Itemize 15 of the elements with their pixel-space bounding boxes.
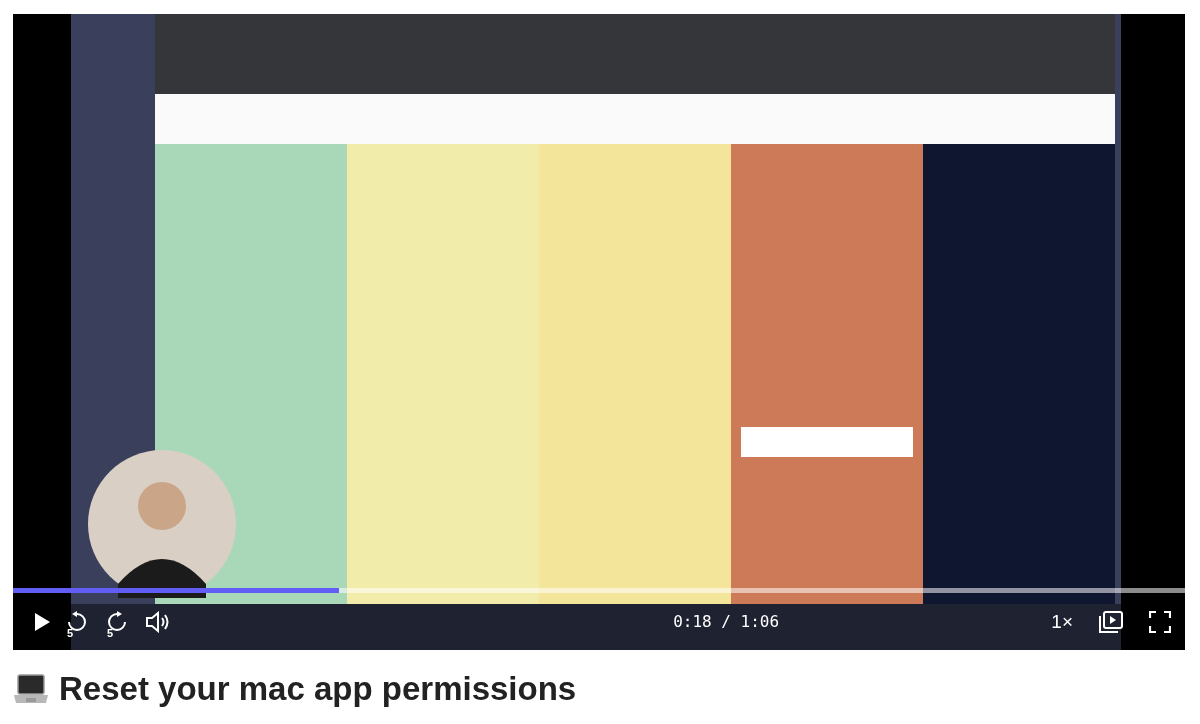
picture-in-picture-button[interactable] xyxy=(1099,610,1123,633)
rewind-button[interactable]: 5 xyxy=(65,606,91,637)
play-button[interactable] xyxy=(33,611,51,632)
progress-bar[interactable] xyxy=(13,588,1185,593)
volume-icon xyxy=(145,610,171,633)
fullscreen-icon xyxy=(1149,610,1171,633)
fullscreen-button[interactable] xyxy=(1149,610,1171,633)
forward-button[interactable]: 5 xyxy=(105,606,131,637)
picture-in-picture-icon xyxy=(1099,610,1123,633)
speed-button[interactable]: 1× xyxy=(1051,610,1073,633)
time-display: 0:18 / 1:06 xyxy=(672,612,780,631)
volume-button[interactable] xyxy=(145,610,171,633)
laptop-icon xyxy=(13,674,49,704)
page-title: Reset your mac app permissions xyxy=(59,670,577,708)
play-icon xyxy=(33,611,51,632)
